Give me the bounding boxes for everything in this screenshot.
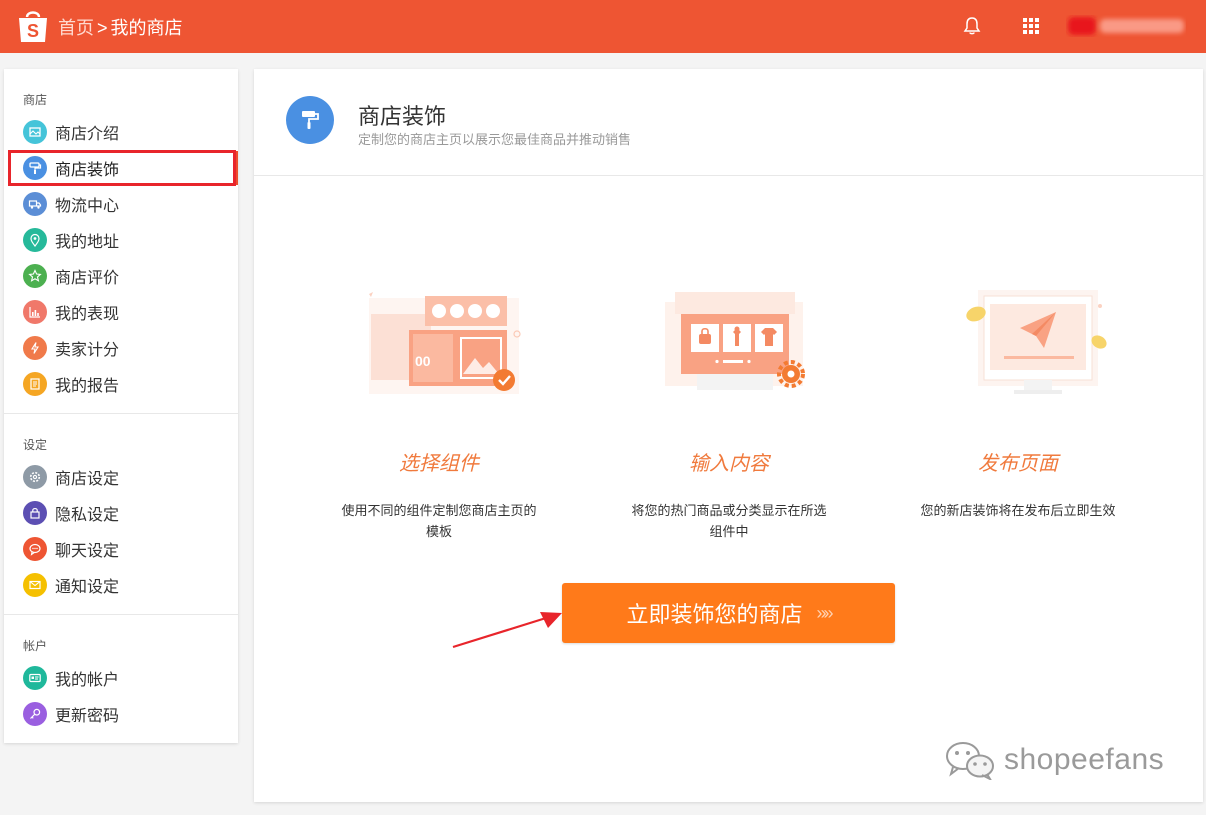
paint-roller-icon: [286, 96, 334, 144]
step-select-components: 00 选择组件 使用不同的组件定制您商店主页的模板: [329, 284, 549, 542]
breadcrumb: 首页 > 我的商店: [58, 14, 183, 40]
sidebar-item-label: 商店评价: [55, 270, 120, 287]
shopee-logo-icon[interactable]: S: [17, 8, 49, 44]
sidebar-divider: [4, 614, 238, 615]
illustration-label: 00: [415, 353, 431, 369]
sidebar-item-my-performance[interactable]: 我的表现: [4, 295, 238, 329]
location-pin-icon: [23, 228, 47, 252]
truck-icon: [23, 192, 47, 216]
sidebar-item-shop-decoration[interactable]: 商店装饰: [4, 151, 238, 185]
sidebar-item-label: 我的报告: [55, 378, 120, 395]
step-title: 选择组件: [399, 453, 479, 475]
sidebar-item-shop-rating[interactable]: 商店评价: [4, 259, 238, 293]
sidebar-group-title-shop: 商店: [23, 93, 48, 107]
content-illustration-icon: [665, 292, 805, 390]
step-publish-page: 发布页面 您的新店装饰将在发布后立即生效: [908, 284, 1128, 521]
sidebar-item-my-account[interactable]: 我的帐户: [4, 661, 238, 695]
sidebar-item-label: 商店介绍: [55, 126, 120, 143]
chat-icon: [23, 537, 47, 561]
step-enter-content: 输入内容 将您的热门商品或分类显示在所选组件中: [619, 284, 839, 542]
sidebar-item-chat-settings[interactable]: 聊天设定: [4, 532, 238, 566]
decorate-shop-button[interactable]: 立即装饰您的商店 »»: [562, 583, 895, 643]
sidebar-item-seller-score[interactable]: 卖家计分: [4, 331, 238, 365]
active-indicator: [234, 151, 238, 185]
sidebar-item-label: 聊天设定: [55, 543, 120, 560]
key-icon: [23, 702, 47, 726]
top-bar: S 首页 > 我的商店: [0, 0, 1206, 53]
id-card-icon: [23, 666, 47, 690]
star-icon: [23, 264, 47, 288]
decorate-shop-button-label: 立即装饰您的商店: [626, 602, 803, 627]
sidebar-item-privacy-settings[interactable]: 隐私设定: [4, 496, 238, 530]
sidebar-item-shop-settings[interactable]: 商店设定: [4, 460, 238, 494]
step-description: 将您的热门商品或分类显示在所选组件中: [631, 503, 827, 539]
page-title: 商店装饰: [358, 104, 447, 129]
breadcrumb-separator: >: [97, 18, 108, 38]
sidebar-item-label: 商店设定: [55, 471, 120, 488]
sidebar-item-label: 卖家计分: [55, 342, 120, 359]
components-illustration-icon: 00: [369, 292, 521, 394]
sidebar-item-update-password[interactable]: 更新密码: [4, 697, 238, 731]
step-title: 发布页面: [978, 453, 1058, 475]
sidebar-item-logistics[interactable]: 物流中心: [4, 187, 238, 221]
gear-icon: [23, 465, 47, 489]
report-icon: [23, 372, 47, 396]
step-description: 您的新店装饰将在发布后立即生效: [920, 503, 1116, 518]
bell-icon[interactable]: [962, 16, 982, 36]
sidebar-item-label: 通知设定: [55, 579, 120, 596]
sidebar-group-title-account: 帐户: [23, 639, 48, 653]
paint-roller-icon: [23, 156, 47, 180]
bar-chart-icon: [23, 300, 47, 324]
sidebar-item-label: 我的帐户: [55, 672, 120, 689]
chevrons-right-icon: »»: [816, 602, 833, 623]
watermark: shopeefans: [944, 738, 1174, 782]
sidebar: 商店 商店介绍 商店装饰 物流中心 我的地址 商店评价 我的表现 卖家计分 我的…: [4, 69, 238, 743]
sidebar-item-my-report[interactable]: 我的报告: [4, 367, 238, 401]
page-subtitle: 定制您的商店主页以展示您最佳商品并推动销售: [358, 132, 632, 147]
breadcrumb-current: 我的商店: [110, 18, 183, 38]
sidebar-divider: [4, 413, 238, 414]
sidebar-item-my-address[interactable]: 我的地址: [4, 223, 238, 257]
sidebar-item-notification-settings[interactable]: 通知设定: [4, 568, 238, 602]
annotation-arrow-icon: [452, 612, 562, 649]
sidebar-item-label: 商店装饰: [55, 162, 120, 179]
bolt-icon: [23, 336, 47, 360]
main-panel: 商店装饰 定制您的商店主页以展示您最佳商品并推动销售 00 选择组件 使用不同的…: [254, 69, 1203, 802]
sidebar-item-label: 物流中心: [55, 198, 120, 215]
publish-illustration-icon: [966, 290, 1107, 394]
sidebar-item-label: 更新密码: [55, 708, 120, 725]
mail-icon: [23, 573, 47, 597]
grid-icon[interactable]: [1021, 16, 1041, 36]
sidebar-item-shop-intro[interactable]: 商店介绍: [4, 115, 238, 149]
watermark-text: shopeefans: [1004, 743, 1165, 776]
sidebar-group-title-settings: 设定: [23, 438, 48, 452]
step-title: 输入内容: [689, 453, 769, 475]
user-account-redacted[interactable]: [1066, 13, 1186, 39]
sidebar-item-label: 我的地址: [55, 234, 120, 251]
step-description: 使用不同的组件定制您商店主页的模板: [341, 503, 537, 539]
lock-icon: [23, 501, 47, 525]
svg-text:S: S: [27, 21, 39, 41]
sidebar-item-label: 隐私设定: [55, 507, 120, 524]
header-divider: [254, 175, 1203, 176]
wechat-icon: [946, 742, 994, 780]
sidebar-item-label: 我的表现: [55, 306, 120, 323]
breadcrumb-home[interactable]: 首页: [58, 18, 94, 38]
shop-intro-icon: [23, 120, 47, 144]
